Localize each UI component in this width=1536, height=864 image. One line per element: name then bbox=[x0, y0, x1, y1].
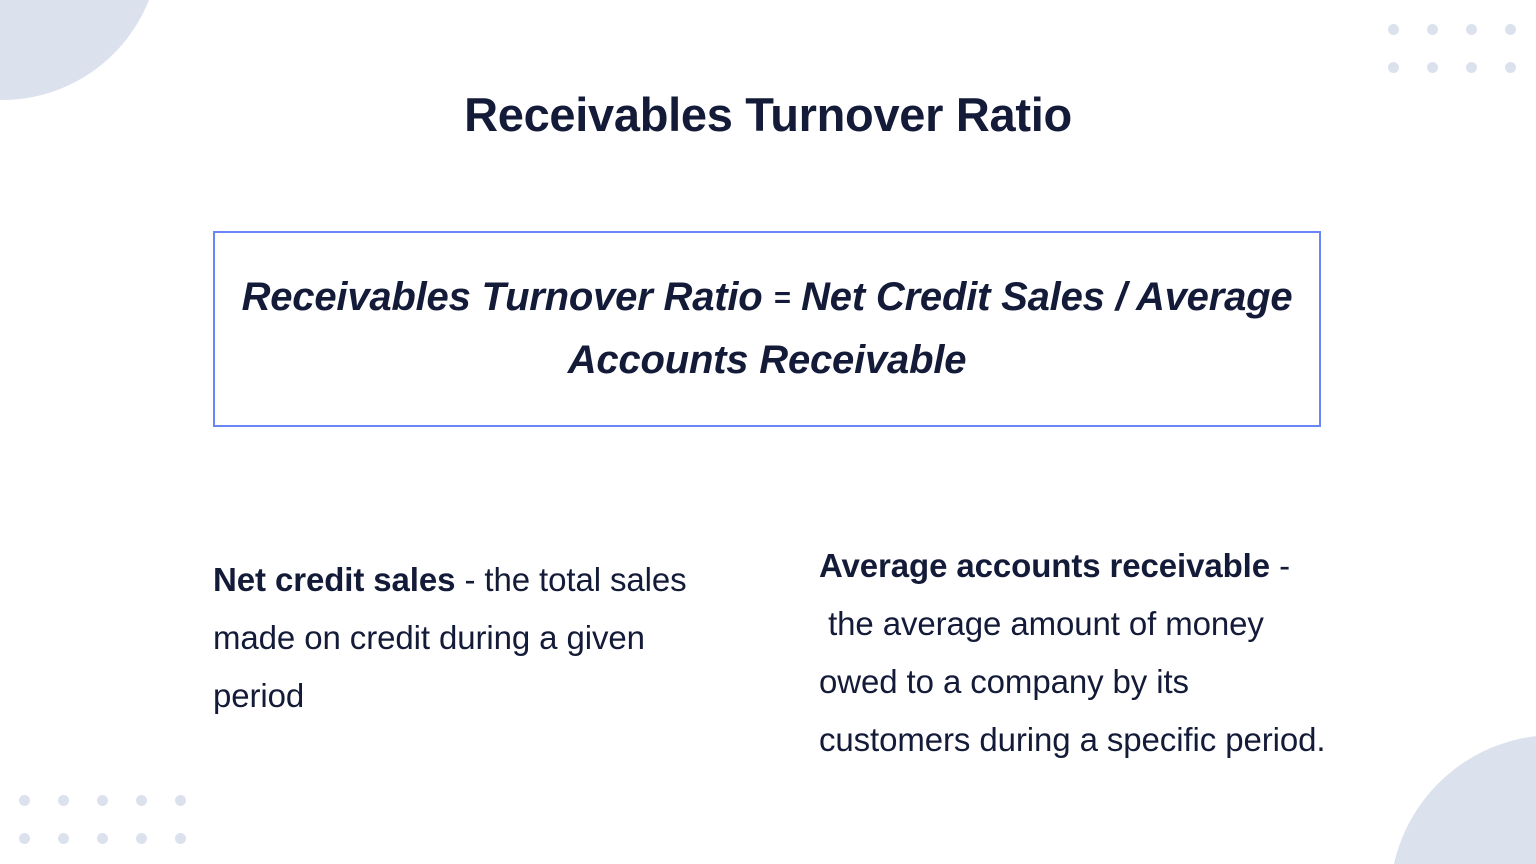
definition-space bbox=[819, 605, 828, 642]
definition-space bbox=[1270, 547, 1279, 584]
formula-box: Receivables Turnover Ratio = Net Credit … bbox=[213, 231, 1321, 427]
dot bbox=[97, 833, 108, 844]
definition-dash-left: - bbox=[464, 561, 476, 598]
definitions-section: Net credit sales - the total sales made … bbox=[0, 500, 1536, 800]
dot bbox=[1466, 62, 1477, 73]
dot bbox=[1388, 62, 1399, 73]
dot bbox=[58, 833, 69, 844]
dot bbox=[1427, 62, 1438, 73]
formula-left-side: Receivables Turnover Ratio bbox=[241, 274, 763, 319]
dot bbox=[1505, 24, 1516, 35]
formula-text: Receivables Turnover Ratio = Net Credit … bbox=[215, 266, 1319, 392]
definition-dash-right: - bbox=[1279, 547, 1290, 584]
dot bbox=[175, 833, 186, 844]
dot bbox=[19, 833, 30, 844]
definition-description-average-accounts-receivable: the average amount of money owed to a co… bbox=[819, 605, 1326, 759]
definition-average-accounts-receivable: Average accounts receivable - the averag… bbox=[819, 537, 1334, 769]
definition-term-net-credit-sales: Net credit sales bbox=[213, 561, 456, 598]
dot bbox=[1466, 24, 1477, 35]
dot-grid-bottom-left bbox=[19, 795, 214, 864]
slide-canvas: Receivables Turnover Ratio Receivables T… bbox=[0, 0, 1536, 864]
dot bbox=[1505, 62, 1516, 73]
dot bbox=[1427, 24, 1438, 35]
dot bbox=[1388, 24, 1399, 35]
definition-term-average-accounts-receivable: Average accounts receivable bbox=[819, 547, 1270, 584]
decorative-circle-top-left bbox=[0, 0, 160, 100]
definition-net-credit-sales: Net credit sales - the total sales made … bbox=[213, 551, 733, 725]
dot bbox=[136, 833, 147, 844]
page-title: Receivables Turnover Ratio bbox=[464, 88, 1072, 142]
formula-equals-sign: = bbox=[773, 281, 791, 314]
